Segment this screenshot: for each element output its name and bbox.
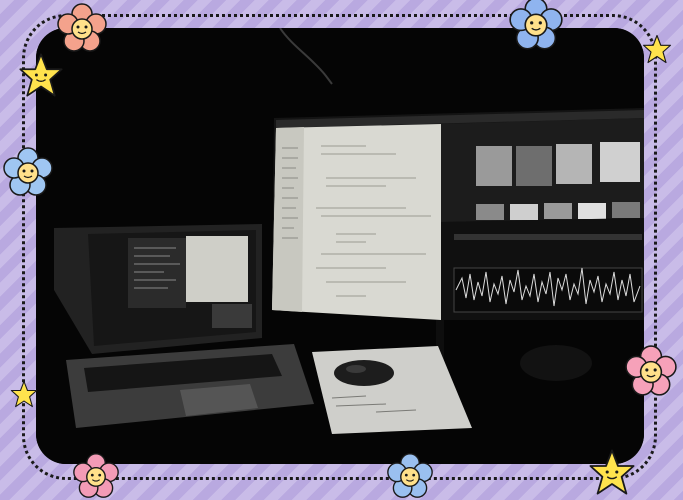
desk-photo (36, 28, 644, 464)
star-sticker (642, 34, 672, 64)
flower-sticker (387, 453, 433, 498)
star-sticker (10, 380, 38, 408)
photo-scene (36, 28, 644, 464)
flower-sticker (509, 0, 563, 50)
flower-sticker (625, 345, 677, 396)
star-sticker (589, 449, 635, 495)
laptop-doc-window (186, 236, 248, 302)
flower-sticker (73, 453, 119, 498)
flower-sticker (57, 3, 107, 52)
external-monitor (272, 108, 644, 320)
flower-sticker (3, 147, 53, 196)
star-sticker (19, 53, 63, 97)
desk-object (520, 345, 592, 381)
mouse (334, 360, 394, 386)
